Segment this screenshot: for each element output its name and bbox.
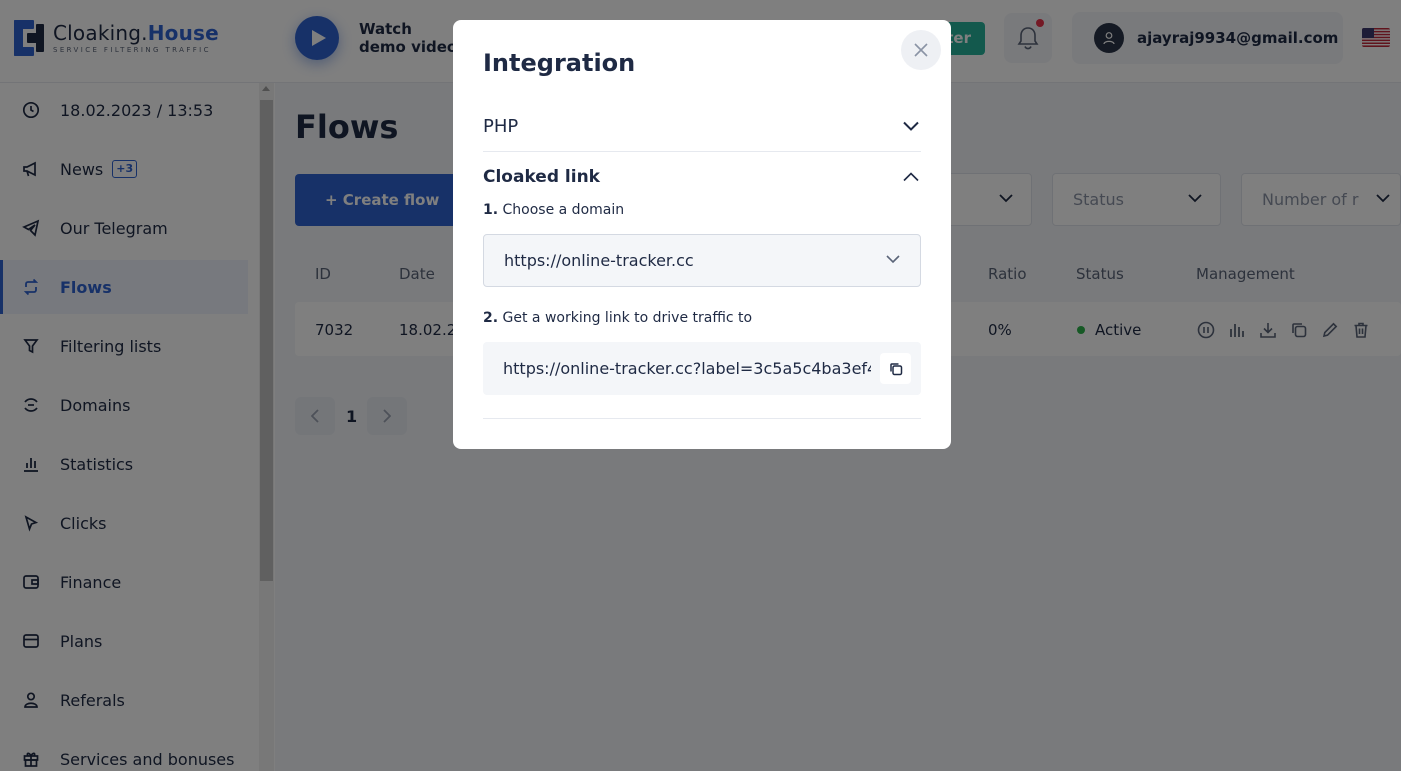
divider	[483, 151, 921, 152]
copy-link-button[interactable]	[880, 353, 911, 384]
close-button[interactable]	[901, 30, 941, 70]
accordion-cloaked-label: Cloaked link	[483, 167, 600, 187]
domain-select[interactable]: https://online-tracker.cc	[483, 234, 921, 287]
domain-select-value: https://online-tracker.cc	[504, 251, 694, 270]
copy-icon	[889, 362, 902, 375]
chevron-down-icon	[903, 121, 919, 131]
step-2-label: 2. Get a working link to drive traffic t…	[483, 310, 753, 326]
close-icon	[914, 43, 928, 57]
modal-title: Integration	[483, 49, 636, 77]
chevron-up-icon	[903, 172, 919, 182]
accordion-php-label: PHP	[483, 115, 519, 137]
cloaked-link-value[interactable]: https://online-tracker.cc?label=3c5a5c4b…	[503, 359, 871, 378]
cloaked-link-field[interactable]: https://online-tracker.cc?label=3c5a5c4b…	[483, 342, 921, 395]
integration-modal: Integration PHP Cloaked link 1. Choose a…	[453, 20, 951, 449]
chevron-down-icon	[886, 255, 900, 264]
accordion-cloaked-link[interactable]: Cloaked link	[483, 165, 921, 189]
divider	[483, 418, 921, 419]
accordion-php[interactable]: PHP	[483, 114, 921, 138]
step-1-label: 1. Choose a domain	[483, 202, 625, 218]
